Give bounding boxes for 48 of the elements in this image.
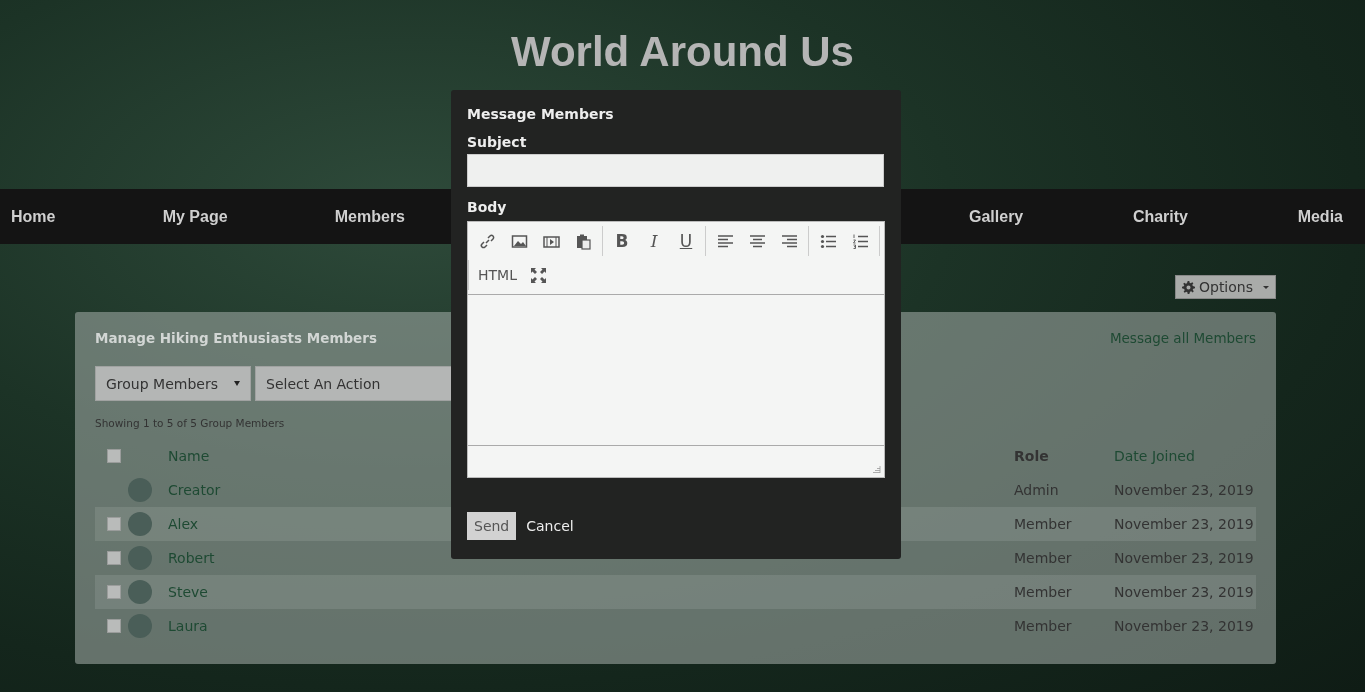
date-joined-cell-text: November 23, 2019 bbox=[1114, 618, 1255, 634]
gear-icon bbox=[1181, 280, 1195, 294]
filter-select[interactable]: Group Members bbox=[95, 366, 251, 401]
select-all-checkbox[interactable] bbox=[107, 449, 121, 463]
role-cell-text: Member bbox=[1014, 618, 1073, 634]
role-cell-text: Admin bbox=[1014, 482, 1060, 498]
cancel-button[interactable]: Cancel bbox=[526, 518, 574, 534]
row-checkbox[interactable] bbox=[107, 551, 121, 565]
subject-input-field[interactable] bbox=[467, 154, 884, 187]
site-title: World Around Us bbox=[511, 28, 854, 76]
subject-label: Subject bbox=[467, 134, 528, 150]
nav-link[interactable]: Charity bbox=[1132, 207, 1188, 226]
date-joined-cell-text: November 23, 2019 bbox=[1114, 482, 1255, 498]
send-button[interactable]: Send bbox=[467, 512, 517, 540]
role-cell-text: Member bbox=[1014, 516, 1073, 532]
panel-title: Manage Hiking Enthusiasts Members bbox=[95, 330, 377, 346]
date-joined-cell-text: November 23, 2019 bbox=[1114, 516, 1255, 532]
row-checkbox[interactable] bbox=[107, 619, 121, 633]
numbered-list-icon bbox=[851, 232, 869, 250]
image-icon bbox=[510, 232, 528, 250]
body-label: Body bbox=[467, 199, 508, 215]
nav-link[interactable]: Gallery bbox=[969, 207, 1024, 226]
bold-button[interactable]: B bbox=[606, 226, 638, 256]
html-source-button[interactable]: HTML bbox=[472, 260, 523, 290]
link-icon bbox=[478, 232, 496, 250]
align-left-icon bbox=[716, 232, 734, 250]
date-joined-cell-text: November 23, 2019 bbox=[1114, 550, 1255, 566]
align-right-icon bbox=[780, 232, 798, 250]
fullscreen-icon bbox=[530, 266, 548, 284]
role-cell-text: Member bbox=[1014, 584, 1073, 600]
nav-link[interactable]: Members bbox=[334, 207, 405, 226]
bullet-list-icon bbox=[819, 232, 837, 250]
results-summary: Showing 1 to 5 of 5 Group Members bbox=[95, 417, 286, 429]
nav-link[interactable]: My Page bbox=[162, 207, 228, 226]
role-column-header: Role bbox=[1014, 448, 1050, 464]
role-cell-text: Member bbox=[1014, 550, 1073, 566]
clipboard-icon bbox=[574, 232, 592, 250]
align-center-icon bbox=[748, 232, 766, 250]
row-checkbox[interactable] bbox=[107, 517, 121, 531]
nav-link[interactable]: Home bbox=[11, 207, 56, 226]
nav-link[interactable]: Media bbox=[1297, 207, 1343, 226]
dialog-title: Message Members bbox=[467, 106, 615, 122]
options-button[interactable]: Options bbox=[1174, 275, 1276, 299]
underline-button[interactable]: U bbox=[670, 226, 702, 256]
italic-button[interactable]: I bbox=[638, 226, 670, 256]
date-joined-cell-text: November 23, 2019 bbox=[1114, 584, 1255, 600]
resize-grip-icon[interactable] bbox=[872, 465, 881, 474]
row-checkbox[interactable] bbox=[107, 585, 121, 599]
